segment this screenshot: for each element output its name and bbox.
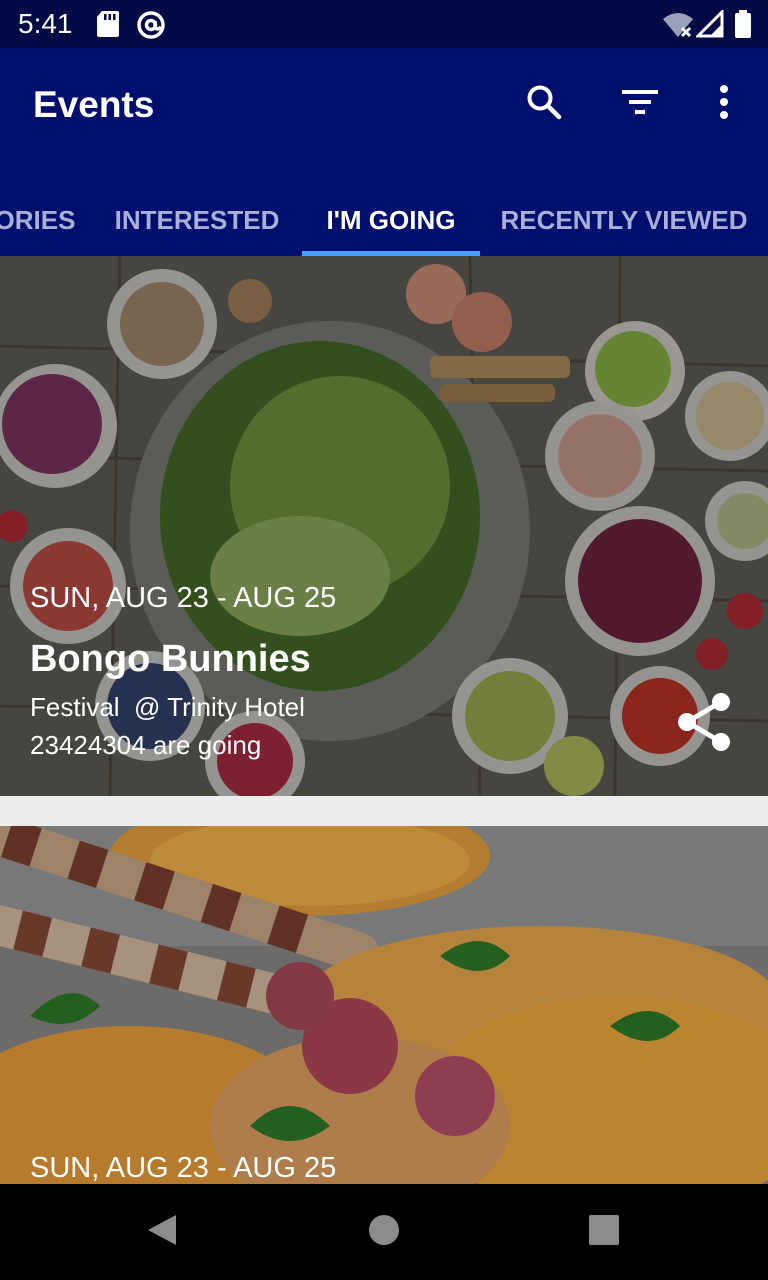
search-button[interactable] xyxy=(518,78,570,130)
more-options-button[interactable] xyxy=(698,78,750,130)
event-date: SUN, AUG 23 - AUG 25 xyxy=(30,582,337,614)
wifi-off-icon xyxy=(662,10,694,43)
more-vert-icon xyxy=(719,84,729,125)
event-card[interactable]: SUN, AUG 23 - AUG 25 Bongo Bunnies Festi… xyxy=(0,256,768,796)
search-icon xyxy=(526,84,562,125)
event-going-count: 23424304 are going xyxy=(30,730,262,760)
tab-bar: ORIES INTERESTED I'M GOING RECENTLY VIEW… xyxy=(0,184,768,256)
tab-recently-viewed[interactable]: RECENTLY VIEWED xyxy=(490,184,758,256)
share-button[interactable] xyxy=(672,692,736,756)
tab-categories[interactable]: ORIES xyxy=(0,184,90,256)
back-icon xyxy=(146,1213,178,1252)
event-venue: Festival @ Trinity Hotel xyxy=(30,692,305,722)
battery-icon xyxy=(734,10,752,43)
status-time: 5:41 xyxy=(18,8,73,39)
home-button[interactable] xyxy=(360,1208,408,1256)
tab-interested[interactable]: INTERESTED xyxy=(100,184,294,256)
event-title: Bongo Bunnies xyxy=(30,638,311,680)
recents-button[interactable] xyxy=(580,1208,628,1256)
share-icon xyxy=(676,692,732,757)
page-title: Events xyxy=(33,84,155,125)
filter-button[interactable] xyxy=(614,78,666,130)
sd-card-icon xyxy=(96,10,120,43)
event-card[interactable]: SUN, AUG 23 - AUG 25 xyxy=(0,826,768,1184)
filter-icon xyxy=(622,88,658,121)
image-overlay xyxy=(0,826,768,1184)
event-date: SUN, AUG 23 - AUG 25 xyxy=(30,1152,337,1184)
status-bar: 5:41 xyxy=(0,0,768,48)
at-sign-icon xyxy=(136,10,166,45)
signal-icon xyxy=(694,8,724,43)
tab-im-going[interactable]: I'M GOING xyxy=(302,184,480,256)
navigation-bar xyxy=(0,1184,768,1280)
recents-icon xyxy=(589,1214,619,1250)
home-icon xyxy=(368,1214,400,1251)
app-bar: Events ORIES INTERESTED I'M GOING RECENT… xyxy=(0,48,768,256)
back-button[interactable] xyxy=(138,1208,186,1256)
